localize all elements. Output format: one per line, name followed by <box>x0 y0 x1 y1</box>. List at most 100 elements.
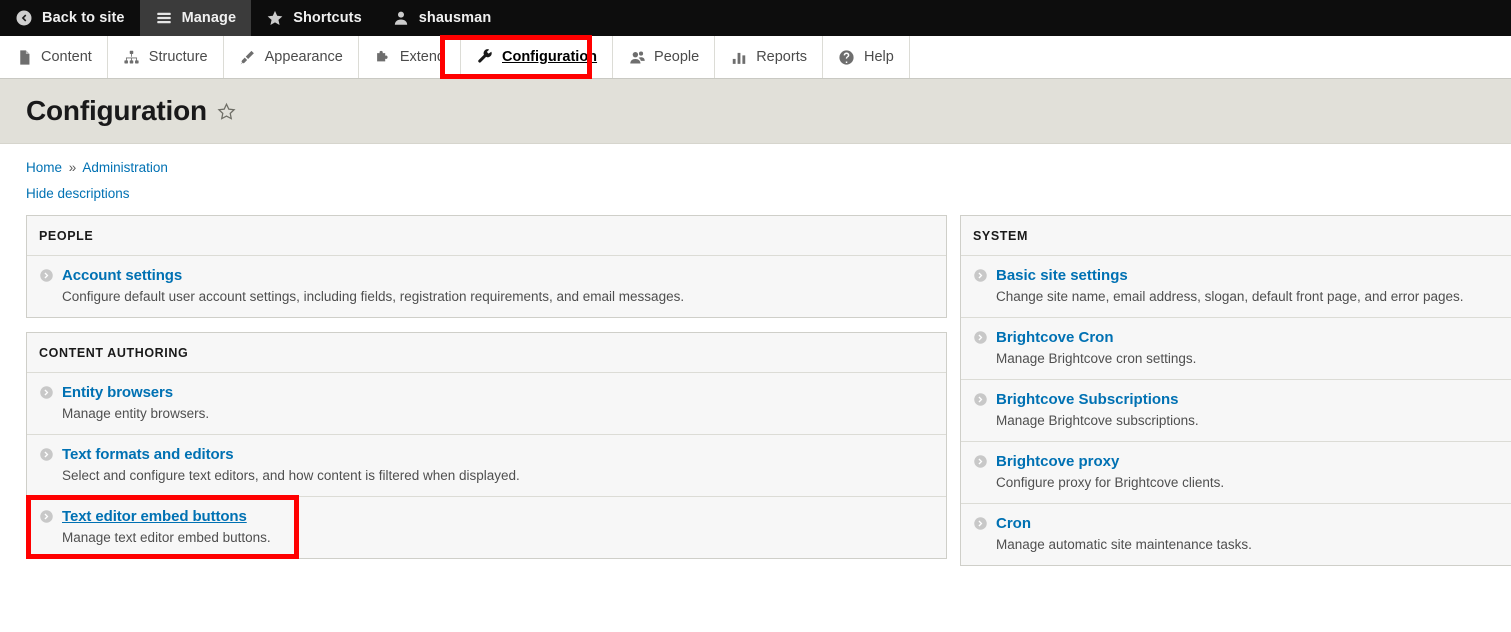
toolbar-item-shausman[interactable]: shausman <box>377 0 507 36</box>
config-link-entity-browsers[interactable]: Entity browsers <box>62 384 173 401</box>
breadcrumb: Home » Administration <box>26 160 1485 175</box>
config-item: Cron Manage automatic site maintenance ta… <box>961 504 1511 565</box>
tab-label: Reports <box>756 49 807 65</box>
chevron-right-circle-icon <box>973 454 988 469</box>
tab-label: Content <box>41 49 92 65</box>
puzzle-piece-icon <box>374 49 392 66</box>
chevron-right-circle-icon <box>39 509 54 524</box>
config-item-title-row: Cron <box>973 515 1499 532</box>
page-title-band: Configuration <box>0 79 1511 144</box>
tab-appearance[interactable]: Appearance <box>224 36 359 78</box>
wrench-icon <box>476 48 494 66</box>
chevron-right-circle-icon <box>973 330 988 345</box>
config-item-title-row: Text editor embed buttons <box>39 508 934 525</box>
admin-toolbar: Back to site Manage Shortcuts shausman <box>0 0 1511 36</box>
tab-extend[interactable]: Extend <box>359 36 461 78</box>
config-item-title-row: Basic site settings <box>973 267 1499 284</box>
config-link-basic-site-settings[interactable]: Basic site settings <box>996 267 1128 284</box>
panel-content-authoring: CONTENT AUTHORING Entity browsers Manage e… <box>26 332 947 559</box>
breadcrumb-area: Home » Administration Hide descriptions <box>0 144 1511 207</box>
favorite-star-outline-icon[interactable] <box>217 102 236 121</box>
annotation-box-text-editor-embed-buttons <box>26 495 299 559</box>
chevron-right-circle-icon <box>39 385 54 400</box>
config-link-text-formats-and-editors[interactable]: Text formats and editors <box>62 446 234 463</box>
tab-label: Configuration <box>502 49 598 65</box>
config-item-description: Manage text editor embed buttons. <box>62 530 271 545</box>
hide-descriptions-link[interactable]: Hide descriptions <box>26 186 130 201</box>
config-link-brightcove-proxy[interactable]: Brightcove proxy <box>996 453 1119 470</box>
config-item-title-row: Text formats and editors <box>39 446 934 463</box>
toolbar-item-back-to-site[interactable]: Back to site <box>0 0 140 36</box>
star-icon <box>266 9 284 27</box>
config-item-title-row: Brightcove Cron <box>973 329 1499 346</box>
hierarchy-icon <box>123 49 141 66</box>
config-item-description: Configure default user account settings,… <box>62 289 685 304</box>
config-item: Basic site settings Change site name, ema… <box>961 256 1511 318</box>
config-link-brightcove-cron[interactable]: Brightcove Cron <box>996 329 1114 346</box>
breadcrumb-separator: » <box>68 160 77 175</box>
panel-system: SYSTEM Basic site settings Change site nam… <box>960 215 1511 566</box>
toolbar-item-shortcuts[interactable]: Shortcuts <box>251 0 377 36</box>
config-item-title-row: Account settings <box>39 267 934 284</box>
bar-chart-icon <box>730 49 748 66</box>
config-item-description: Change site name, email address, slogan,… <box>996 289 1464 304</box>
people-icon <box>628 49 646 66</box>
config-item: Account settings Configure default user a… <box>27 256 946 317</box>
config-link-text-editor-embed-buttons[interactable]: Text editor embed buttons <box>62 508 247 525</box>
config-item-description: Manage Brightcove cron settings. <box>996 351 1197 366</box>
tab-reports[interactable]: Reports <box>715 36 823 78</box>
panel-heading: CONTENT AUTHORING <box>27 333 946 373</box>
config-item: Brightcove Cron Manage Brightcove cron se… <box>961 318 1511 380</box>
config-link-cron[interactable]: Cron <box>996 515 1031 532</box>
chevron-right-circle-icon <box>973 392 988 407</box>
config-item-description: Select and configure text editors, and h… <box>62 468 520 483</box>
configuration-columns: PEOPLE Account settings Configure default … <box>0 207 1511 580</box>
admin-tab-bar: Content Structure Appearance Extend Configur… <box>0 35 1511 79</box>
toolbar-item-label: Back to site <box>42 10 125 26</box>
config-item-title-row: Brightcove proxy <box>973 453 1499 470</box>
tab-label: Appearance <box>264 49 343 65</box>
breadcrumb-link-administration[interactable]: Administration <box>82 160 168 175</box>
tab-people[interactable]: People <box>613 36 716 78</box>
tab-configuration[interactable]: Configuration <box>461 36 614 78</box>
question-mark-icon <box>838 49 856 66</box>
config-item-description: Configure proxy for Brightcove clients. <box>996 475 1225 490</box>
page-title: Configuration <box>26 95 207 126</box>
user-account-icon <box>392 9 410 27</box>
breadcrumb-link-home[interactable]: Home <box>26 160 62 175</box>
config-item: Text editor embed buttons Manage text edi… <box>26 495 946 559</box>
toolbar-item-label: shausman <box>418 10 492 26</box>
page-document-icon <box>15 49 33 66</box>
chevron-right-circle-icon <box>973 268 988 283</box>
tab-label: People <box>654 49 700 65</box>
chevron-right-circle-icon <box>973 516 988 531</box>
tab-content[interactable]: Content <box>0 36 108 78</box>
hamburger-menu-icon <box>155 9 173 27</box>
panel-people: PEOPLE Account settings Configure default … <box>26 215 947 318</box>
config-item: Text formats and editors Select and confi… <box>27 435 946 497</box>
config-link-account-settings[interactable]: Account settings <box>62 267 182 284</box>
left-column: PEOPLE Account settings Configure default … <box>26 215 947 573</box>
panel-heading: SYSTEM <box>961 216 1511 256</box>
config-item-description: Manage automatic site maintenance tasks. <box>996 537 1252 552</box>
paintbrush-icon <box>239 49 257 66</box>
right-column: SYSTEM Basic site settings Change site nam… <box>960 215 1511 580</box>
config-item-description: Manage Brightcove subscriptions. <box>996 413 1199 428</box>
config-item-title-row: Entity browsers <box>39 384 934 401</box>
config-item: Entity browsers Manage entity browsers. <box>27 373 946 435</box>
config-item-description: Manage entity browsers. <box>62 406 210 421</box>
config-item: Brightcove Subscriptions Manage Brightcov… <box>961 380 1511 442</box>
tab-label: Help <box>863 49 894 65</box>
toolbar-item-label: Manage <box>181 10 237 26</box>
chevron-right-circle-icon <box>39 447 54 462</box>
tab-help[interactable]: Help <box>823 36 910 78</box>
tab-structure[interactable]: Structure <box>108 36 224 78</box>
config-item-title-row: Brightcove Subscriptions <box>973 391 1499 408</box>
panel-heading: PEOPLE <box>27 216 946 256</box>
config-link-brightcove-subscriptions[interactable]: Brightcove Subscriptions <box>996 391 1179 408</box>
tab-label: Structure <box>148 49 208 65</box>
chevron-right-circle-icon <box>39 268 54 283</box>
toolbar-item-label: Shortcuts <box>293 10 362 26</box>
back-arrow-circle-icon <box>15 9 33 27</box>
toolbar-item-manage[interactable]: Manage <box>139 0 252 36</box>
